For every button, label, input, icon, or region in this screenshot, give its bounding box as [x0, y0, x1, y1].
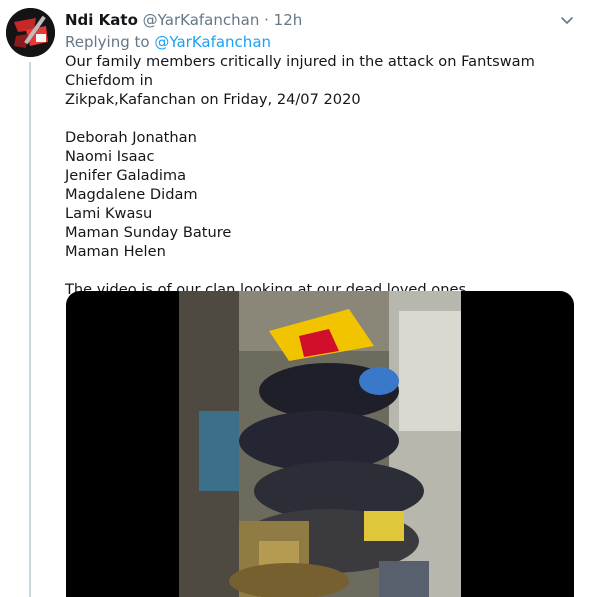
chevron-down-icon — [561, 17, 573, 24]
injured-name: Deborah Jonathan — [65, 129, 197, 146]
avatar-image — [6, 8, 55, 57]
injured-name: Magdalene Didam — [65, 186, 198, 203]
injured-name: Naomi Isaac — [65, 148, 155, 165]
thread-line — [29, 62, 31, 597]
separator: · — [264, 11, 269, 29]
author-name[interactable]: Ndi Kato — [65, 11, 138, 29]
author-handle[interactable]: @YarKafanchan — [143, 11, 260, 29]
replying-prefix: Replying to — [65, 33, 150, 51]
injured-name: Jenifer Galadima — [65, 167, 187, 184]
video-thumbnail — [179, 291, 461, 597]
more-options-button[interactable] — [559, 12, 575, 28]
tweet-header: Ndi Kato @YarKafanchan · 12h — [65, 9, 302, 31]
injured-name: Maman Sunday Bature — [65, 224, 232, 241]
injured-name: Lami Kwasu — [65, 205, 153, 222]
replying-mention-link[interactable]: @YarKafanchan — [154, 33, 271, 51]
injured-name: Maman Helen — [65, 243, 166, 260]
tweet-text-line: Our family members critically injured in… — [65, 53, 535, 89]
video-player[interactable] — [66, 291, 574, 597]
tweet[interactable]: Ndi Kato @YarKafanchan · 12h Replying to… — [0, 0, 589, 597]
video-frame — [179, 291, 461, 597]
tweet-time[interactable]: 12h — [274, 11, 303, 29]
avatar[interactable] — [6, 8, 55, 57]
tweet-text: Our family members critically injured in… — [65, 52, 580, 299]
replying-to: Replying to @YarKafanchan — [65, 31, 271, 53]
tweet-text-line: Zikpak,Kafanchan on Friday, 24/07 2020 — [65, 91, 361, 108]
